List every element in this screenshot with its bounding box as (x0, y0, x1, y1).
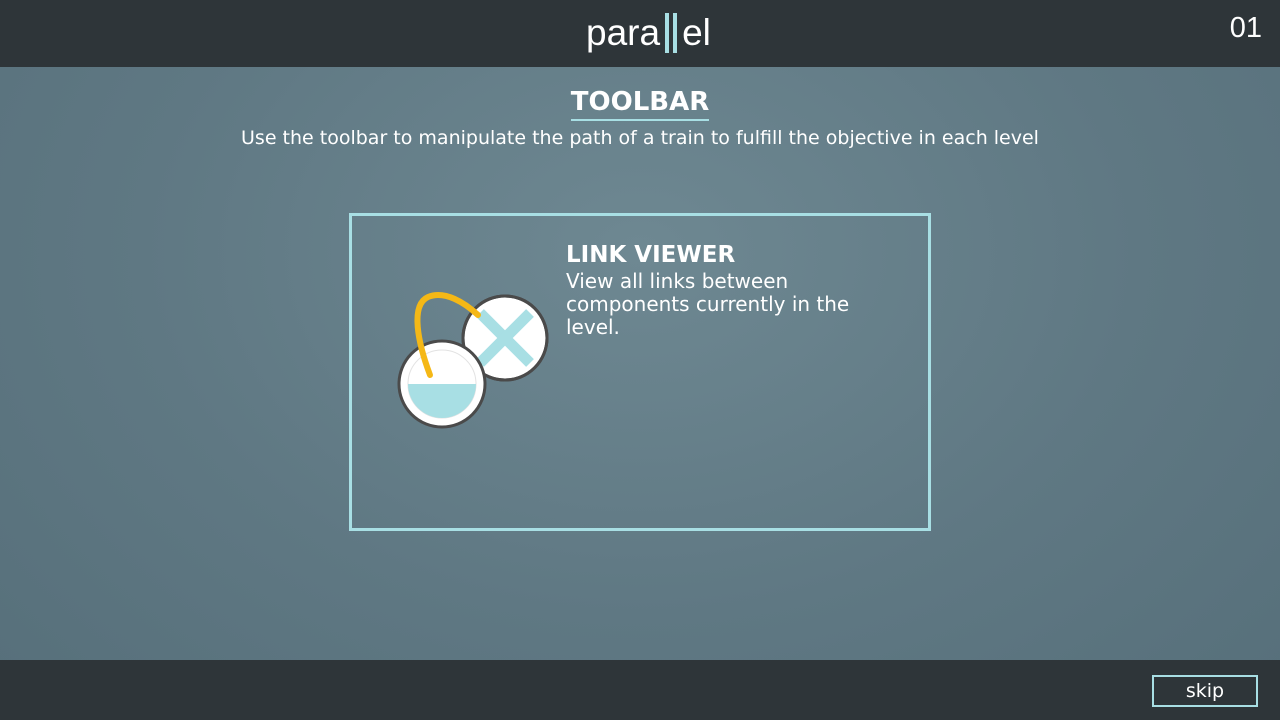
logo-parallel-bars (663, 12, 679, 54)
game-logo: para el (586, 10, 711, 56)
level-number: 01 (1229, 12, 1262, 44)
logo-text-right: el (682, 12, 711, 53)
tutorial-subtitle: Use the toolbar to manipulate the path o… (241, 127, 1039, 149)
top-bar: para el 01 (0, 0, 1280, 67)
bottom-bar (0, 660, 1280, 720)
tool-name: LINK VIEWER (566, 242, 736, 268)
tool-description: View all links between components curren… (566, 269, 850, 339)
station-component-icon (397, 339, 487, 429)
tutorial-title: TOOLBAR (0, 87, 1280, 121)
tutorial-title-text: TOOLBAR (570, 87, 710, 121)
link-viewer-icon (397, 292, 549, 429)
logo-text-left: para (586, 12, 661, 53)
skip-button[interactable]: skip (1152, 675, 1258, 707)
